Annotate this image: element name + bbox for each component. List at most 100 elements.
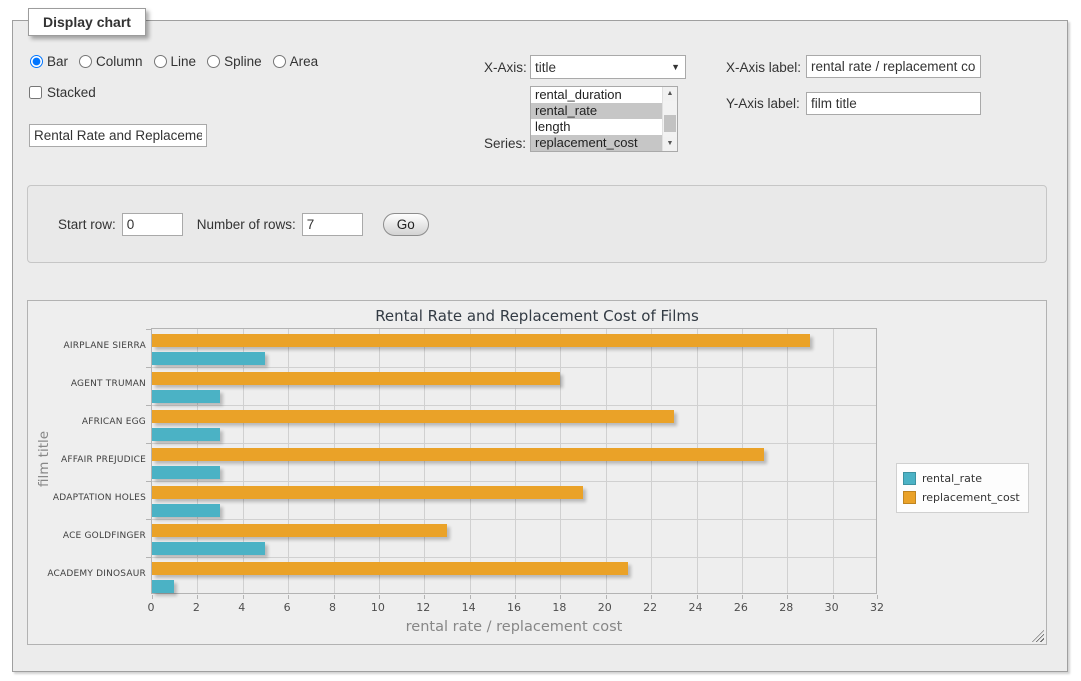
series-options: rental_durationrental_ratelengthreplacem… bbox=[531, 87, 677, 151]
x-axis-select[interactable]: title bbox=[530, 55, 686, 79]
series-option-replacement_cost[interactable]: replacement_cost bbox=[531, 135, 677, 151]
x-tick-mark bbox=[424, 595, 425, 599]
chart-type-option-spline[interactable]: Spline bbox=[207, 54, 262, 69]
series-listbox-label: Series: bbox=[484, 136, 526, 151]
scroll-up-icon[interactable]: ▲ bbox=[663, 87, 677, 101]
x-tick-label: 16 bbox=[499, 601, 529, 614]
chart-type-option-bar[interactable]: Bar bbox=[30, 54, 68, 69]
x-tick-mark bbox=[742, 595, 743, 599]
series-option-rental_duration[interactable]: rental_duration bbox=[531, 87, 677, 103]
x-tick-mark bbox=[560, 595, 561, 599]
y-tick-mark bbox=[146, 519, 151, 520]
scrollbar-thumb[interactable] bbox=[664, 115, 676, 131]
x-tick-label: 6 bbox=[272, 601, 302, 614]
chart-type-option-line[interactable]: Line bbox=[154, 54, 197, 69]
gridline-horizontal bbox=[152, 405, 876, 406]
gridline-vertical bbox=[833, 329, 834, 593]
chart-type-radio-spline[interactable] bbox=[207, 55, 220, 68]
x-tick-mark bbox=[152, 595, 153, 599]
x-tick-mark bbox=[606, 595, 607, 599]
x-tick-label: 10 bbox=[363, 601, 393, 614]
bar-replacement_cost bbox=[152, 334, 810, 347]
x-tick-mark bbox=[651, 595, 652, 599]
gridline-vertical bbox=[288, 329, 289, 593]
chart-type-radio-area[interactable] bbox=[273, 55, 286, 68]
gridline-vertical bbox=[742, 329, 743, 593]
chart-type-option-area[interactable]: Area bbox=[273, 54, 319, 69]
y-tick-mark bbox=[146, 329, 151, 330]
series-option-length[interactable]: length bbox=[531, 119, 677, 135]
x-tick-mark bbox=[288, 595, 289, 599]
scroll-down-icon[interactable]: ▼ bbox=[663, 137, 677, 151]
y-tick-mark bbox=[146, 367, 151, 368]
bar-replacement_cost bbox=[152, 562, 628, 575]
series-listbox[interactable]: rental_durationrental_ratelengthreplacem… bbox=[530, 86, 678, 152]
chart-type-radio-line[interactable] bbox=[154, 55, 167, 68]
chart-type-label: Spline bbox=[224, 54, 262, 69]
legend-item-replacement_cost: replacement_cost bbox=[903, 488, 1020, 507]
legend-item-rental_rate: rental_rate bbox=[903, 469, 1020, 488]
x-tick-label: 4 bbox=[227, 601, 257, 614]
go-button[interactable]: Go bbox=[383, 213, 429, 236]
category-label: AGENT TRUMAN bbox=[28, 379, 146, 389]
category-label: AIRPLANE SIERRA bbox=[28, 341, 146, 351]
scrollbar-track[interactable] bbox=[663, 101, 677, 137]
gridline-vertical bbox=[379, 329, 380, 593]
fieldset-legend: Display chart bbox=[28, 8, 146, 36]
stacked-checkbox-row[interactable]: Stacked bbox=[29, 85, 96, 100]
category-label: ACADEMY DINOSAUR bbox=[28, 569, 146, 579]
series-option-rental_rate[interactable]: rental_rate bbox=[531, 103, 677, 119]
x-tick-mark bbox=[243, 595, 244, 599]
x-tick-mark bbox=[697, 595, 698, 599]
x-tick-label: 20 bbox=[590, 601, 620, 614]
bar-replacement_cost bbox=[152, 524, 447, 537]
start-row-input[interactable] bbox=[122, 213, 183, 236]
chart-type-label: Bar bbox=[47, 54, 68, 69]
x-tick-mark bbox=[877, 595, 878, 599]
x-tick-mark bbox=[787, 595, 788, 599]
chart-type-radio-bar[interactable] bbox=[30, 55, 43, 68]
x-tick-mark bbox=[379, 595, 380, 599]
x-tick-label: 30 bbox=[817, 601, 847, 614]
number-of-rows-input[interactable] bbox=[302, 213, 363, 236]
x-tick-label: 12 bbox=[408, 601, 438, 614]
x-axis-select-wrap: title ▼ bbox=[530, 55, 686, 79]
gridline-vertical bbox=[424, 329, 425, 593]
bar-rental_rate bbox=[152, 390, 220, 403]
bar-rental_rate bbox=[152, 542, 265, 555]
y-axis-label-input[interactable] bbox=[806, 92, 981, 115]
x-tick-label: 14 bbox=[454, 601, 484, 614]
y-tick-mark bbox=[146, 443, 151, 444]
gridline-vertical bbox=[606, 329, 607, 593]
chart-title: Rental Rate and Replacement Cost of Film… bbox=[28, 307, 1046, 325]
bar-replacement_cost bbox=[152, 486, 583, 499]
gridline-horizontal bbox=[152, 481, 876, 482]
chart-title-input[interactable] bbox=[29, 124, 207, 147]
y-tick-mark bbox=[146, 557, 151, 558]
chart-type-option-column[interactable]: Column bbox=[79, 54, 143, 69]
x-tick-mark bbox=[197, 595, 198, 599]
gridline-vertical bbox=[697, 329, 698, 593]
chart-type-label: Column bbox=[96, 54, 143, 69]
x-tick-label: 24 bbox=[681, 601, 711, 614]
x-tick-mark bbox=[515, 595, 516, 599]
stacked-checkbox[interactable] bbox=[29, 86, 42, 99]
x-tick-label: 28 bbox=[771, 601, 801, 614]
bar-rental_rate bbox=[152, 466, 220, 479]
resize-handle-icon[interactable] bbox=[1032, 630, 1044, 642]
chart-legend: rental_ratereplacement_cost bbox=[896, 463, 1029, 513]
y-axis-title: film title bbox=[36, 409, 52, 509]
x-tick-mark bbox=[334, 595, 335, 599]
x-axis-select-label: X-Axis: bbox=[484, 60, 527, 75]
chart-type-radio-column[interactable] bbox=[79, 55, 92, 68]
gridline-vertical bbox=[787, 329, 788, 593]
chart-type-label: Area bbox=[290, 54, 319, 69]
x-tick-label: 2 bbox=[181, 601, 211, 614]
x-axis-label-input[interactable] bbox=[806, 55, 981, 78]
series-scrollbar[interactable]: ▲ ▼ bbox=[662, 87, 677, 151]
gridline-vertical bbox=[651, 329, 652, 593]
x-tick-mark bbox=[470, 595, 471, 599]
x-tick-label: 32 bbox=[862, 601, 892, 614]
stacked-label: Stacked bbox=[47, 85, 96, 100]
x-tick-label: 26 bbox=[726, 601, 756, 614]
